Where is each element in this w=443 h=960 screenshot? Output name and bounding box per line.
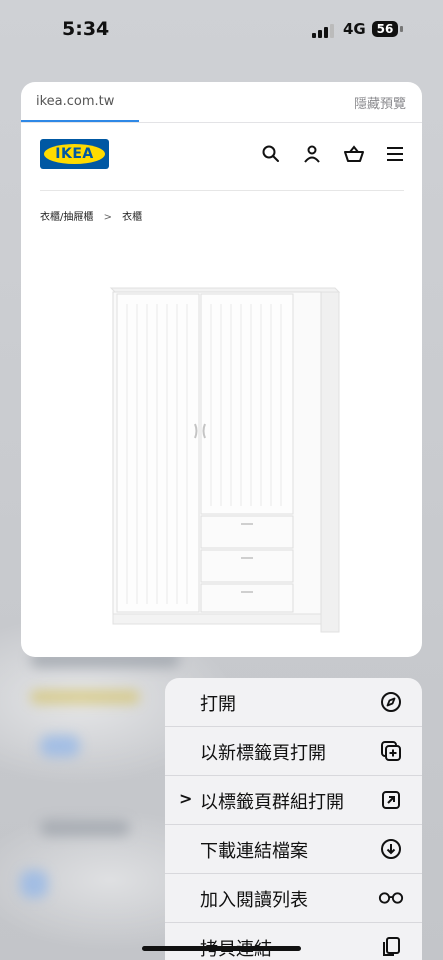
menu-item-label: 加入閱讀列表: [200, 890, 308, 911]
menu-item-add-to-reading-list[interactable]: 加入閱讀列表: [165, 874, 422, 923]
menu-item-label: 以新標籤頁打開: [200, 743, 326, 764]
ikea-logo[interactable]: IKEA: [40, 139, 109, 169]
url-underline: [21, 120, 139, 122]
menu-item-label: 以標籤頁群組打開: [200, 792, 344, 813]
new-tab-icon: [378, 738, 404, 764]
signal-icon: [312, 24, 338, 38]
cart-icon[interactable]: [342, 142, 366, 166]
breadcrumb-current[interactable]: 衣櫃: [122, 212, 142, 223]
search-icon[interactable]: [259, 142, 283, 166]
account-icon[interactable]: [300, 142, 324, 166]
preview-header: ikea.com.tw 隱藏預覽: [21, 82, 422, 123]
battery-level: 56: [376, 22, 394, 36]
download-icon: [378, 836, 404, 862]
breadcrumb-separator: >: [103, 212, 112, 223]
context-menu: 打開 以新標籤頁打開 > 以標籤頁群組打開 下載連結檔案 加入閱讀列表 拷貝連結: [165, 678, 422, 960]
menu-item-copy-link[interactable]: 拷貝連結: [165, 923, 422, 960]
battery-icon: 56: [372, 21, 398, 37]
header-divider: [40, 190, 404, 191]
menu-item-open-tab-group[interactable]: > 以標籤頁群組打開: [165, 776, 422, 825]
chevron-right-icon: >: [179, 789, 193, 808]
hide-preview-button[interactable]: 隱藏預覽: [354, 93, 406, 112]
link-preview-card[interactable]: ikea.com.tw 隱藏預覽 IKEA 衣櫃/抽屜櫃 > 衣櫃: [21, 82, 422, 657]
preview-url: ikea.com.tw: [36, 94, 115, 109]
status-time: 5:34: [62, 18, 110, 40]
status-bar: 5:34 4G 56: [0, 0, 443, 60]
menu-item-label: 下載連結檔案: [200, 841, 308, 862]
copy-icon: [378, 934, 404, 960]
menu-item-label: 打開: [200, 694, 236, 715]
reading-list-icon: [378, 885, 404, 911]
home-indicator[interactable]: [142, 946, 301, 951]
battery-tip: [400, 26, 403, 32]
open-external-icon: [378, 787, 404, 813]
menu-icon[interactable]: [383, 142, 407, 166]
breadcrumb-parent[interactable]: 衣櫃/抽屜櫃: [40, 212, 93, 223]
menu-item-download-linked-file[interactable]: 下載連結檔案: [165, 825, 422, 874]
compass-icon: [378, 689, 404, 715]
menu-item-open-new-tab[interactable]: 以新標籤頁打開: [165, 727, 422, 776]
ikea-logo-text: IKEA: [44, 144, 105, 164]
breadcrumb: 衣櫃/抽屜櫃 > 衣櫃: [40, 208, 142, 223]
wardrobe-image: [109, 287, 341, 633]
network-type: 4G: [343, 20, 366, 38]
menu-item-open[interactable]: 打開: [165, 678, 422, 727]
